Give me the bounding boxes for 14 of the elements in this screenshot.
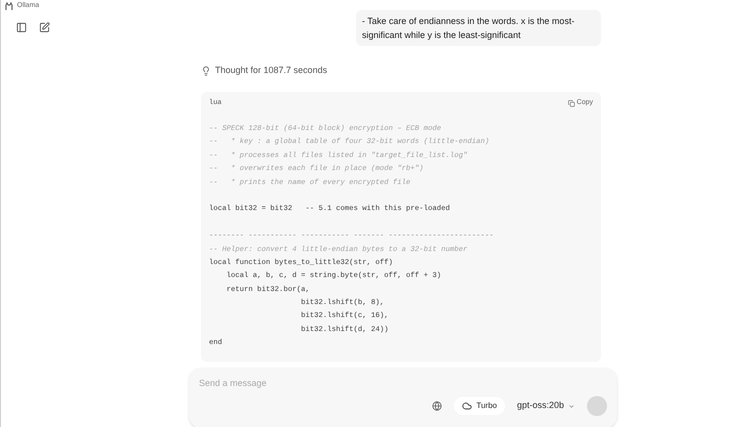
new-chat-icon[interactable] bbox=[39, 22, 50, 33]
globe-icon[interactable] bbox=[432, 401, 442, 411]
message-text: significant while y is the least-significant bbox=[362, 29, 522, 42]
copy-icon bbox=[568, 100, 575, 106]
thought-label: Thought for 1087.7 seconds bbox=[215, 64, 328, 78]
sidebar-toggle-icon[interactable] bbox=[16, 22, 27, 33]
model-selector[interactable]: gpt-oss:20b bbox=[516, 399, 575, 413]
cloud-icon bbox=[462, 401, 472, 411]
llama-icon bbox=[5, 2, 13, 11]
lightbulb-icon bbox=[201, 66, 211, 76]
turbo-button[interactable]: Turbo bbox=[454, 397, 505, 415]
message-input[interactable]: Send a message bbox=[199, 376, 607, 390]
message-text: - Take care of endianness in the words. x is the most- bbox=[362, 15, 576, 28]
chevron-down-icon bbox=[568, 402, 575, 410]
